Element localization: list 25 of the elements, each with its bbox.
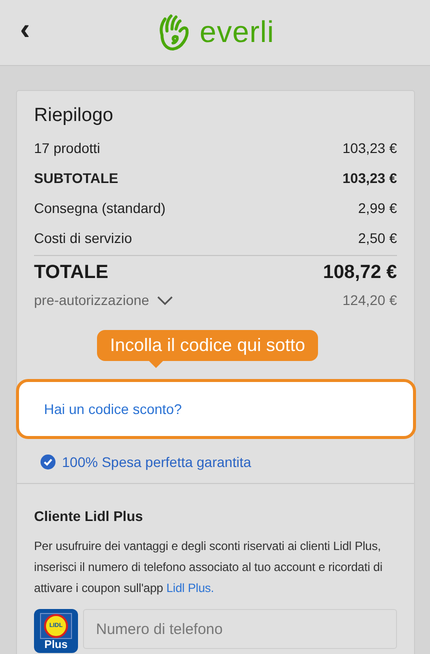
row-label: Costi di servizio	[34, 230, 132, 246]
chevron-icon	[157, 296, 174, 304]
tooltip-pointer-icon	[149, 361, 163, 368]
row-amount: 103,23 €	[342, 170, 397, 186]
verified-check-icon	[40, 454, 56, 470]
back-button[interactable]: ‹	[14, 16, 36, 44]
row-amount: 2,99 €	[358, 200, 397, 216]
lidl-description: Per usufruire dei vantaggi e degli sconti riservati ai clienti Lidl Plus, inserisci il numero di telefono associato al tuo account e ricordati di attivare i coupon sull'app Lidl Plus.	[34, 538, 384, 597]
total-amount: 108,72 €	[323, 262, 397, 284]
preauthorization-toggle[interactable]: pre-autorizzazione	[34, 292, 174, 308]
row-label: SUBTOTALE	[34, 170, 118, 186]
row-amount: 2,50 €	[358, 230, 397, 246]
phone-number-field[interactable]: Numero di telefono	[83, 609, 397, 649]
discount-code-link[interactable]: Hai un codice sconto?	[44, 401, 182, 417]
tooltip: Incolla il codice qui sotto	[97, 330, 318, 361]
lidl-plus-link[interactable]: Lidl Plus.	[166, 581, 214, 595]
row-amount: 103,23 €	[342, 140, 397, 156]
summary-title: Riepilogo	[34, 105, 114, 127]
row-label: 17 prodotti	[34, 140, 100, 156]
guarantee-text: 100% Spesa perfetta garantita	[62, 454, 252, 470]
brand-logo: everli	[200, 16, 274, 50]
row-label: Consegna (standard)	[34, 200, 166, 216]
lidl-section-title: Cliente Lidl Plus	[34, 508, 144, 524]
preauthorization-amount: 124,20 €	[342, 292, 397, 308]
total-label: TOTALE	[34, 262, 108, 284]
